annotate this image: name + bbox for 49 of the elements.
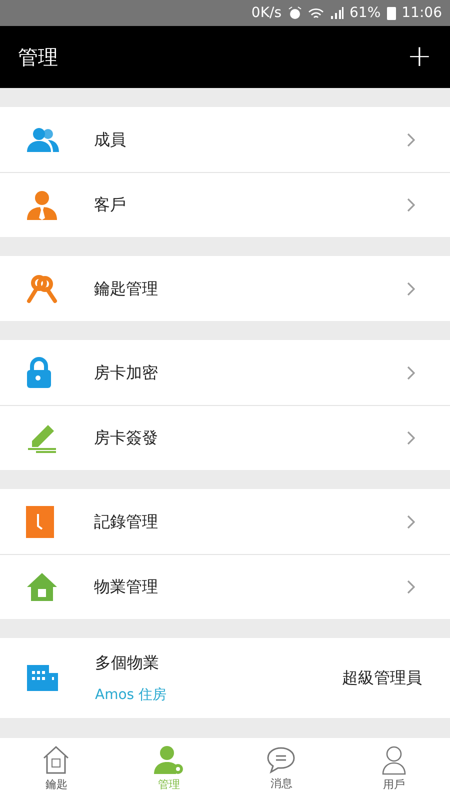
menu-item[interactable]: 鑰匙管理 — [0, 256, 450, 321]
menu-label: 記錄管理 — [94, 510, 159, 532]
user-gear-icon — [152, 744, 185, 775]
menu-item[interactable]: 記錄管理 — [0, 489, 450, 554]
pencil-icon — [26, 423, 58, 453]
tab[interactable]: 鑰匙 — [0, 738, 112, 800]
menu-label: 成員 — [94, 128, 127, 150]
menu-label: 鑰匙管理 — [94, 278, 159, 300]
add-button[interactable]: + — [406, 42, 432, 72]
people-icon — [26, 126, 60, 152]
battery-percent: 61% — [350, 4, 381, 22]
menu-item[interactable]: 房卡簽發 — [0, 405, 450, 470]
wifi-icon — [308, 6, 324, 20]
house-icon — [26, 572, 58, 602]
keys-icon — [26, 274, 58, 304]
tab[interactable]: 用戶 — [338, 738, 450, 800]
house-icon — [41, 744, 72, 775]
menu-label: 物業管理 — [94, 576, 159, 598]
alarm-icon — [288, 6, 302, 20]
clock-time: 11:06 — [402, 4, 442, 22]
chevron-icon — [407, 132, 415, 146]
menu-item[interactable]: 物業管理 — [0, 554, 450, 619]
menu-item[interactable]: 客戶 — [0, 172, 450, 237]
chat-bubble-icon — [266, 746, 296, 774]
menu-label: 房卡加密 — [94, 362, 159, 384]
building-icon — [27, 663, 59, 693]
chevron-icon — [407, 282, 415, 296]
clock-icon — [26, 506, 54, 538]
padlock-icon — [26, 356, 52, 388]
menu-label: 客戶 — [94, 194, 127, 216]
role-label: 超級管理員 — [342, 667, 422, 689]
battery-icon — [386, 6, 396, 20]
menu-label: 房卡簽發 — [94, 427, 159, 449]
person-tie-icon — [26, 190, 58, 220]
tab[interactable]: 消息 — [225, 738, 338, 800]
signal-icon — [330, 6, 344, 20]
chevron-icon — [407, 366, 415, 380]
chevron-icon — [407, 431, 415, 445]
chevron-icon — [407, 580, 415, 594]
property-card[interactable]: 多個物業 Amos 住房 超級管理員 — [0, 638, 450, 718]
property-title: 多個物業 — [95, 652, 160, 674]
chevron-icon — [407, 198, 415, 212]
menu-item[interactable]: 成員 — [0, 107, 450, 172]
user-icon — [380, 744, 407, 775]
menu-item[interactable]: 房卡加密 — [0, 340, 450, 405]
property-name: Amos 住房 — [95, 686, 168, 704]
chevron-icon — [407, 514, 415, 528]
header-title: 管理 — [18, 44, 58, 71]
network-speed: 0K/s — [251, 4, 282, 22]
